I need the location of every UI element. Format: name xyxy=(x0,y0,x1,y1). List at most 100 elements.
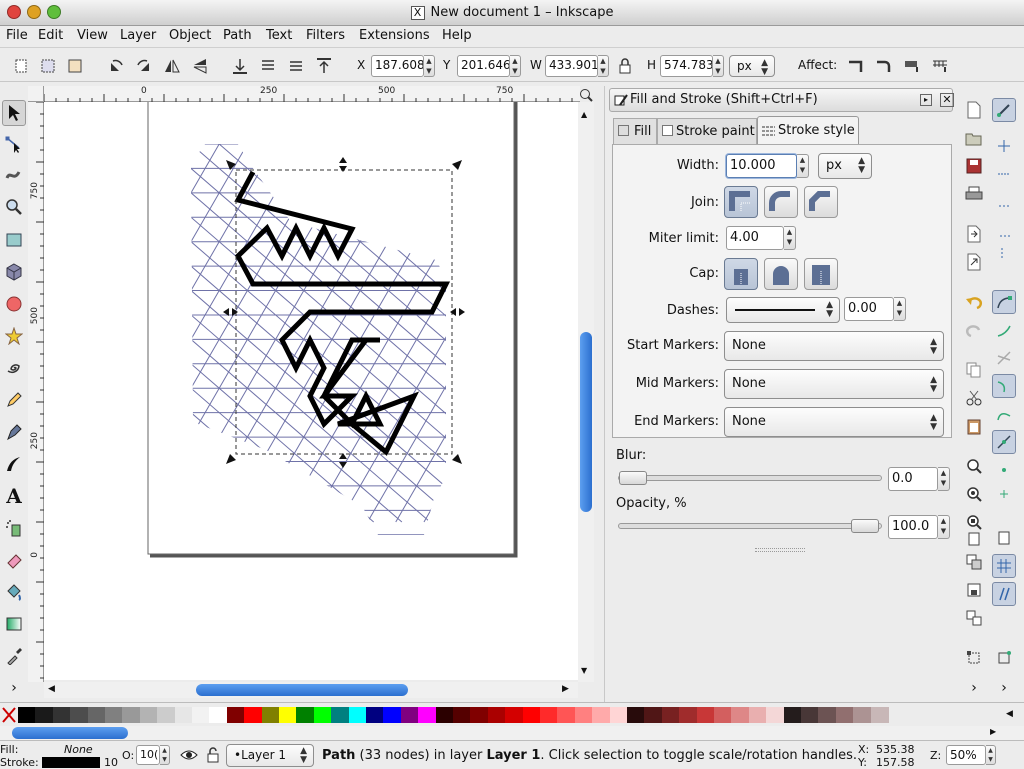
vertical-scroll-thumb[interactable] xyxy=(580,332,592,512)
more-tools-chevron-icon[interactable]: › xyxy=(2,675,26,701)
snap-rotation-center-icon[interactable] xyxy=(992,482,1016,506)
dock-close-icon[interactable]: ✕ xyxy=(940,93,954,107)
palette-swatch[interactable] xyxy=(835,707,854,723)
palette-swatch[interactable] xyxy=(679,707,698,723)
stroke-indicator-swatch[interactable] xyxy=(42,757,100,768)
spiral-tool-icon[interactable] xyxy=(2,355,26,381)
dash-pattern-select[interactable]: ▲ ▼ xyxy=(726,297,840,323)
snap-intersections-icon[interactable] xyxy=(992,346,1016,370)
paste-icon[interactable] xyxy=(962,414,986,438)
width-field[interactable]: 10.000 xyxy=(726,154,797,178)
x-spinner-arrows[interactable]: ▲ ▼ xyxy=(424,55,435,77)
calligraphy-tool-icon[interactable] xyxy=(2,451,26,477)
handle-top[interactable] xyxy=(339,157,347,172)
palette-swatch[interactable] xyxy=(557,707,576,723)
palette-swatch[interactable] xyxy=(261,707,280,723)
flip-horizontal-icon[interactable] xyxy=(161,55,183,77)
dash-offset-spinner-arrows[interactable]: ▲ ▼ xyxy=(894,297,906,321)
palette-swatch[interactable] xyxy=(801,707,819,723)
palette-swatch[interactable] xyxy=(383,707,402,723)
cap-square-button[interactable] xyxy=(804,258,838,290)
redo-icon[interactable] xyxy=(962,318,986,342)
ellipse-tool-icon[interactable] xyxy=(2,291,26,317)
palette-swatch[interactable] xyxy=(696,707,715,723)
palette-swatch[interactable] xyxy=(748,707,767,723)
palette-swatch[interactable] xyxy=(279,707,297,723)
mid-markers-select[interactable]: None ▲ ▼ xyxy=(724,369,944,399)
stroke-width-value[interactable]: 10 xyxy=(104,756,118,769)
palette-swatch[interactable] xyxy=(592,707,611,723)
palette-swatch[interactable] xyxy=(87,707,106,723)
dock-resize-grip[interactable] xyxy=(755,548,805,552)
palette-swatch[interactable] xyxy=(70,707,89,723)
palette-swatch[interactable] xyxy=(505,707,524,723)
width-spinner-arrows[interactable]: ▲ ▼ xyxy=(797,154,809,178)
palette-swatch[interactable] xyxy=(731,707,750,723)
palette-swatch[interactable] xyxy=(52,707,71,723)
tweak-tool-icon[interactable] xyxy=(2,162,26,188)
palette-swatch[interactable] xyxy=(714,707,732,723)
open-icon[interactable] xyxy=(962,126,986,150)
snap-bbox-corners-icon[interactable] xyxy=(992,190,1016,214)
palette-swatch[interactable] xyxy=(418,707,437,723)
object-properties-icon[interactable] xyxy=(962,526,986,550)
h-spinner-arrows[interactable]: ▲ ▼ xyxy=(713,55,724,77)
miter-spinner-arrows[interactable]: ▲ ▼ xyxy=(784,226,796,250)
no-paint-swatch[interactable] xyxy=(2,707,16,723)
palette-swatch[interactable] xyxy=(400,707,419,723)
unit-select[interactable]: px ▲ ▼ xyxy=(729,55,775,77)
palette-swatch[interactable] xyxy=(453,707,471,723)
palette-swatch[interactable] xyxy=(470,707,489,723)
palette-swatch[interactable] xyxy=(644,707,663,723)
scale-stroke-icon[interactable] xyxy=(845,55,867,77)
current-layer-select[interactable]: •Layer 1 ▲ ▼ xyxy=(226,744,314,767)
rotate-ccw-icon[interactable] xyxy=(105,55,127,77)
select-all-layers-icon[interactable] xyxy=(37,55,59,77)
handle-top-right[interactable] xyxy=(452,160,462,170)
snap-page-border-icon[interactable] xyxy=(992,526,1016,550)
transform-icon[interactable] xyxy=(962,646,986,670)
ungroup-icon[interactable] xyxy=(962,606,986,630)
palette-swatch[interactable] xyxy=(627,707,645,723)
scroll-left-icon[interactable]: ◀ xyxy=(48,684,55,694)
start-markers-select[interactable]: None ▲ ▼ xyxy=(724,331,944,361)
eraser-tool-icon[interactable] xyxy=(2,547,26,573)
zoom-drawing-icon[interactable] xyxy=(962,482,986,506)
snap-guides-icon[interactable] xyxy=(992,582,1016,606)
zoom-fit-icon[interactable] xyxy=(579,88,593,106)
lower-to-bottom-icon[interactable] xyxy=(229,55,251,77)
pen-tool-icon[interactable] xyxy=(2,419,26,445)
palette-swatch[interactable] xyxy=(226,707,245,723)
fill-indicator-value[interactable]: None xyxy=(64,743,93,756)
more-snap-chevron-icon[interactable]: › xyxy=(992,676,1016,700)
snap-grid-icon[interactable] xyxy=(992,554,1016,578)
opacity-indicator-field[interactable]: 10( xyxy=(136,745,160,765)
tab-stroke-style[interactable]: Stroke style xyxy=(757,116,859,145)
menu-file[interactable]: File xyxy=(6,28,28,43)
snap-smooth-nodes-icon[interactable] xyxy=(992,402,1016,426)
selected-path[interactable] xyxy=(234,170,451,456)
join-miter-button[interactable] xyxy=(724,186,758,218)
menu-object[interactable]: Object xyxy=(169,28,211,43)
cut-icon[interactable] xyxy=(962,386,986,410)
palette-swatch[interactable] xyxy=(661,707,680,723)
3d-box-tool-icon[interactable] xyxy=(2,259,26,285)
width-unit-select[interactable]: px ▲ ▼ xyxy=(818,153,872,179)
palette-swatch[interactable] xyxy=(366,707,384,723)
spray-tool-icon[interactable] xyxy=(2,515,26,541)
palette-swatch[interactable] xyxy=(105,707,123,723)
palette-swatch[interactable] xyxy=(192,707,210,723)
zoom-spinner-arrows[interactable]: ▲ ▼ xyxy=(986,745,996,765)
horizontal-scrollbar[interactable]: ◀ ▶ xyxy=(44,682,578,698)
rectangle-tool-icon[interactable] xyxy=(2,227,26,253)
copy-icon[interactable] xyxy=(962,358,986,382)
palette-menu-icon[interactable]: ◀ xyxy=(1006,709,1013,719)
end-markers-select[interactable]: None ▲ ▼ xyxy=(724,407,944,437)
palette-swatch[interactable] xyxy=(139,707,158,723)
menu-extensions[interactable]: Extensions xyxy=(359,28,430,43)
palette-swatch[interactable] xyxy=(783,707,802,723)
export-icon[interactable] xyxy=(962,250,986,274)
select-all-icon[interactable] xyxy=(10,55,32,77)
palette-swatch[interactable] xyxy=(853,707,872,723)
menu-text[interactable]: Text xyxy=(266,28,292,43)
